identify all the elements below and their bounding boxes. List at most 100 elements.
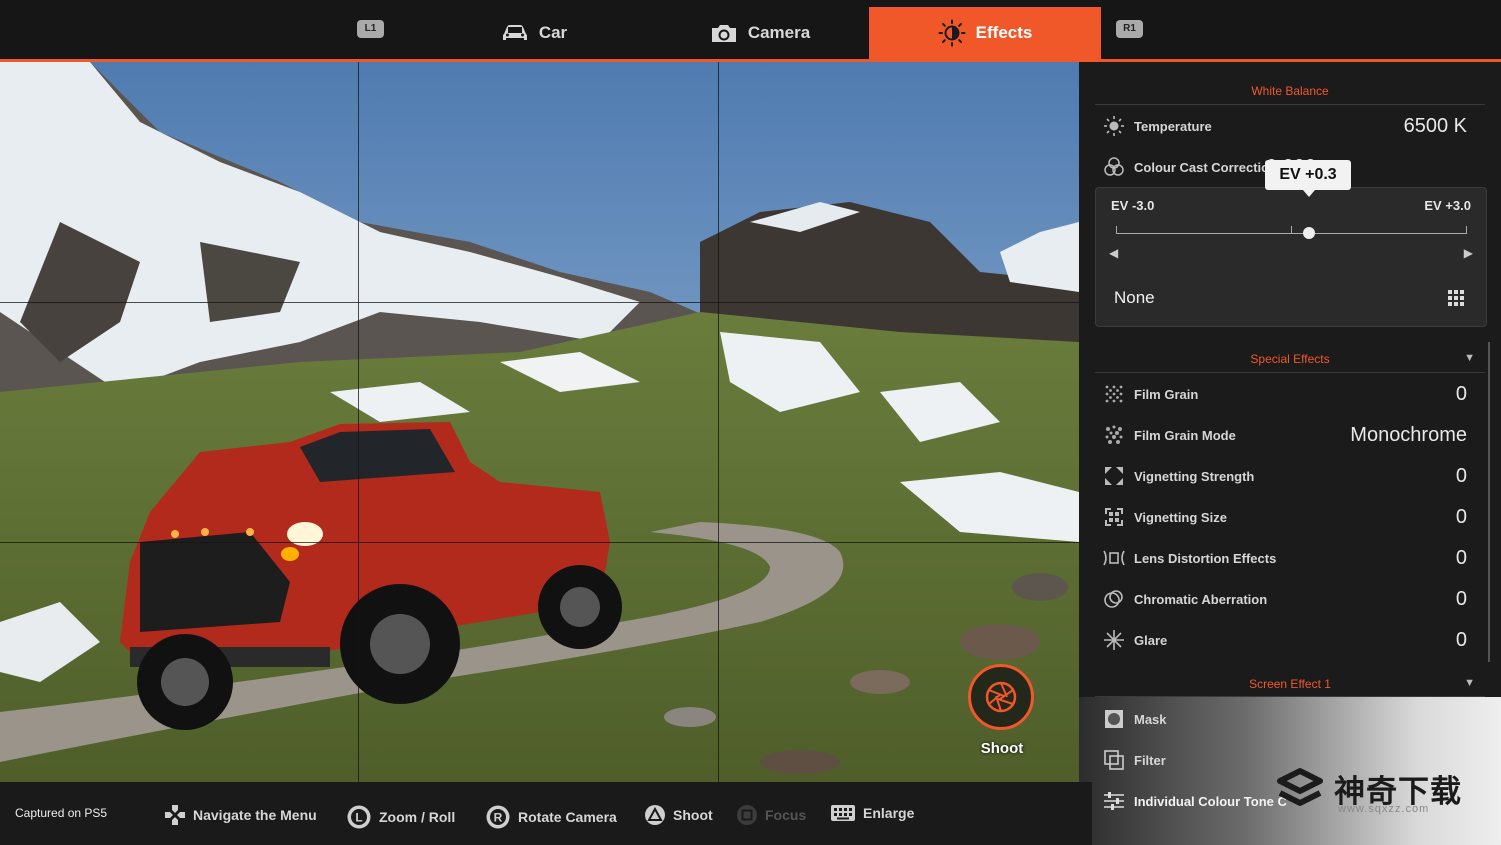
dpad-icon	[165, 805, 185, 825]
chromatic-aberration-value: 0	[1455, 587, 1467, 610]
glare-row[interactable]: Glare 0	[1095, 620, 1471, 660]
svg-text:R: R	[494, 811, 503, 825]
grain-icon	[1102, 382, 1126, 406]
ev-value-tooltip: EV +0.3	[1265, 160, 1351, 197]
top-navigation-bar: L1 Car Camera Effects R1	[0, 0, 1501, 62]
hint-shoot-label: Shoot	[673, 807, 713, 823]
ev-preset-value[interactable]: None	[1114, 288, 1155, 308]
section-divider	[1095, 104, 1485, 105]
hint-enlarge: Enlarge	[830, 804, 914, 822]
special-effects-chevron-down-icon[interactable]: ▼	[1464, 352, 1475, 364]
hint-navigate-label: Navigate the Menu	[193, 807, 317, 823]
section-divider	[1095, 696, 1485, 697]
chromatic-icon	[1102, 587, 1126, 611]
glare-icon	[1102, 628, 1126, 652]
ev-slider-popup[interactable]: EV -3.0 EV +3.0 ◀ ▶ None	[1095, 187, 1487, 327]
lens-distortion-icon	[1102, 546, 1126, 570]
hint-shoot: Shoot	[644, 804, 713, 826]
lens-distortion-value: 0	[1455, 546, 1467, 569]
watermark-url: www.sqxzz.com	[1338, 803, 1430, 815]
sun-icon	[1102, 114, 1126, 138]
vignetting-strength-row[interactable]: Vignetting Strength 0	[1095, 456, 1471, 496]
hint-rotate-camera: R Rotate Camera	[485, 804, 617, 830]
grid-line-vertical-2	[718, 62, 719, 782]
camera-icon	[710, 21, 738, 45]
screen-effect-title: Screen Effect 1	[1249, 677, 1331, 691]
vignetting-size-label: Vignetting Size	[1134, 509, 1227, 525]
keyboard-icon	[831, 805, 855, 821]
r1-button-badge[interactable]: R1	[1116, 20, 1143, 38]
tab-camera-label: Camera	[747, 23, 811, 42]
mask-row[interactable]: Mask	[1095, 699, 1471, 739]
vignetting-strength-label: Vignetting Strength	[1134, 468, 1255, 484]
sliders-icon	[1102, 789, 1126, 813]
colour-cast-label: Colour Cast Correction	[1134, 159, 1266, 175]
photo-viewport[interactable]: Shoot	[0, 62, 1079, 782]
lens-distortion-label: Lens Distortion Effects	[1134, 550, 1277, 566]
glare-label: Glare	[1134, 632, 1168, 648]
watermark-logo-icon	[1277, 767, 1323, 806]
temperature-label: Temperature	[1134, 118, 1212, 134]
film-grain-value: 0	[1455, 382, 1467, 405]
right-stick-icon: R	[486, 805, 510, 829]
ev-slider-handle[interactable]	[1303, 227, 1316, 239]
color-circles-icon	[1102, 155, 1126, 179]
hint-rotate-camera-label: Rotate Camera	[518, 809, 617, 825]
scene-photo	[0, 62, 1079, 782]
lens-distortion-row[interactable]: Lens Distortion Effects 0	[1095, 538, 1471, 578]
car-icon	[501, 21, 529, 45]
film-grain-mode-value: Monochrome	[1350, 423, 1467, 446]
chromatic-aberration-row[interactable]: Chromatic Aberration 0	[1095, 579, 1471, 619]
tab-car-label: Car	[538, 23, 568, 42]
screen-effect-chevron-down-icon[interactable]: ▼	[1464, 677, 1475, 689]
mask-icon	[1102, 707, 1126, 731]
ev-track-start-tick	[1116, 226, 1117, 234]
hint-zoom-roll: L Zoom / Roll	[346, 804, 455, 830]
grain-mode-icon	[1102, 423, 1126, 447]
hint-enlarge-label: Enlarge	[863, 805, 915, 821]
filter-icon	[1102, 748, 1126, 772]
ev-increase-arrow-icon[interactable]: ▶	[1464, 246, 1473, 260]
tab-car[interactable]: Car	[434, 7, 634, 59]
tab-effects-label: Effects	[975, 23, 1033, 42]
square-icon	[737, 805, 757, 825]
controls-hint-bar: Captured on PS5 Navigate the Menu L Zoom…	[0, 782, 1092, 845]
white-balance-title: White Balance	[1251, 84, 1329, 98]
hint-navigate: Navigate the Menu	[164, 804, 317, 826]
hint-zoom-roll-label: Zoom / Roll	[379, 809, 456, 825]
film-grain-mode-label: Film Grain Mode	[1134, 427, 1236, 443]
hint-focus-label: Focus	[765, 807, 807, 823]
tab-camera[interactable]: Camera	[651, 7, 869, 59]
ev-track-end-tick	[1466, 226, 1467, 234]
brightness-icon	[938, 19, 966, 47]
ev-decrease-arrow-icon[interactable]: ◀	[1109, 246, 1118, 260]
film-grain-row[interactable]: Film Grain 0	[1095, 374, 1471, 414]
vignette-size-icon	[1102, 505, 1126, 529]
left-stick-icon: L	[347, 805, 371, 829]
triangle-icon	[645, 805, 665, 825]
glare-value: 0	[1455, 628, 1467, 651]
captured-on-label: Captured on PS5	[15, 806, 108, 820]
grid-line-horizontal-1	[0, 302, 1079, 303]
svg-text:L: L	[355, 811, 362, 825]
grid-line-horizontal-2	[0, 542, 1079, 543]
hint-focus: Focus	[736, 804, 806, 826]
mask-label: Mask	[1134, 711, 1167, 727]
shoot-button[interactable]	[968, 664, 1034, 730]
film-grain-mode-row[interactable]: Film Grain Mode Monochrome	[1095, 415, 1471, 455]
l1-button-badge[interactable]: L1	[357, 20, 384, 38]
vignetting-size-value: 0	[1455, 505, 1467, 528]
ev-track-center-tick	[1291, 226, 1292, 234]
section-divider	[1095, 372, 1485, 373]
special-effects-title: Special Effects	[1250, 352, 1330, 366]
vignetting-size-row[interactable]: Vignetting Size 0	[1095, 497, 1471, 537]
shoot-label: Shoot	[980, 740, 1024, 757]
tab-effects[interactable]: Effects	[869, 7, 1101, 59]
shutter-icon	[985, 681, 1017, 713]
temperature-row[interactable]: Temperature 6500 K	[1095, 106, 1471, 146]
vignette-strength-icon	[1102, 464, 1126, 488]
grid-line-vertical-1	[358, 62, 359, 782]
grid-icon[interactable]	[1448, 290, 1464, 311]
ev-min-label: EV -3.0	[1111, 198, 1155, 213]
panel-scrollbar[interactable]	[1488, 342, 1490, 662]
